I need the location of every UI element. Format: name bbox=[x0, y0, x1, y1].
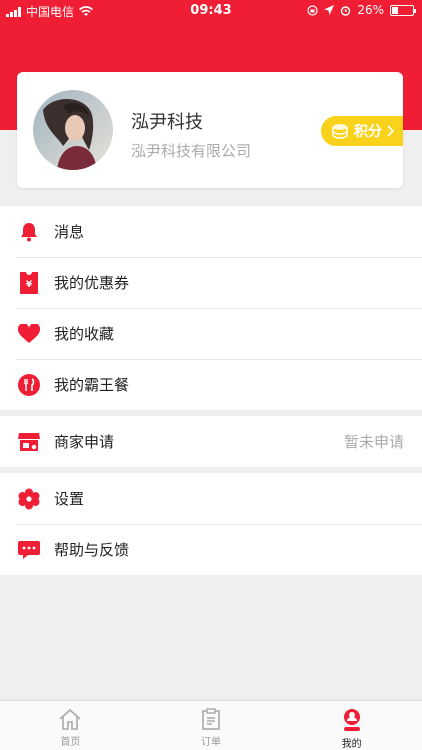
menu-item-settings[interactable]: 设置 bbox=[0, 473, 422, 524]
menu-item-free-meals[interactable]: 我的霸王餐 bbox=[0, 359, 422, 410]
menu-label: 商家申请 bbox=[54, 433, 115, 451]
menu-group-settings: 设置 帮助与反馈 bbox=[0, 473, 422, 575]
menu-label: 消息 bbox=[54, 223, 85, 241]
battery-icon bbox=[390, 4, 416, 16]
tab-orders[interactable]: 订单 bbox=[141, 701, 282, 750]
avatar[interactable] bbox=[33, 90, 113, 170]
menu-item-coupons[interactable]: ¥ 我的优惠券 bbox=[0, 257, 422, 308]
tab-bar: 首页 订单 我的 bbox=[0, 700, 422, 750]
menu-label: 我的霸王餐 bbox=[54, 376, 130, 394]
location-icon bbox=[324, 5, 335, 15]
tab-label: 我的 bbox=[341, 739, 362, 750]
battery-percent: 26% bbox=[357, 3, 384, 17]
profile-card[interactable]: 泓尹科技 泓尹科技有限公司 积分 bbox=[17, 72, 403, 188]
tab-home[interactable]: 首页 bbox=[0, 701, 141, 750]
menu-group-merchant: 商家申请 暂未申请 bbox=[0, 416, 422, 467]
gear-icon bbox=[18, 488, 40, 510]
points-label: 积分 bbox=[354, 124, 382, 140]
points-button[interactable]: 积分 bbox=[321, 116, 403, 146]
menu-label: 设置 bbox=[54, 490, 85, 508]
coupon-icon: ¥ bbox=[18, 271, 40, 294]
user-icon bbox=[343, 709, 360, 731]
menu-item-messages[interactable]: 消息 bbox=[0, 206, 422, 257]
menu-label: 帮助与反馈 bbox=[54, 541, 130, 559]
clipboard-icon bbox=[202, 708, 220, 730]
menu-item-favorites[interactable]: 我的收藏 bbox=[0, 308, 422, 359]
menu-item-help-feedback[interactable]: 帮助与反馈 bbox=[0, 524, 422, 575]
tab-label: 首页 bbox=[60, 737, 81, 748]
coins-icon bbox=[332, 124, 348, 139]
menu-item-merchant-apply[interactable]: 商家申请 暂未申请 bbox=[0, 416, 422, 467]
utensils-icon bbox=[18, 373, 40, 396]
store-icon bbox=[18, 431, 40, 453]
alarm-icon bbox=[341, 5, 351, 16]
bell-icon bbox=[18, 221, 40, 243]
menu-group-main: 消息 ¥ 我的优惠券 我的收藏 我的霸王餐 bbox=[0, 206, 422, 410]
menu-label: 我的优惠券 bbox=[54, 274, 130, 292]
lock-rotation-icon bbox=[307, 4, 318, 16]
heart-icon bbox=[18, 323, 40, 345]
tab-label: 订单 bbox=[201, 737, 221, 748]
home-icon bbox=[59, 708, 81, 730]
merchant-status: 暂未申请 bbox=[343, 433, 404, 451]
profile-name: 泓尹科技 bbox=[131, 112, 203, 133]
profile-company: 泓尹科技有限公司 bbox=[131, 142, 252, 160]
menu-label: 我的收藏 bbox=[54, 325, 115, 343]
tab-mine[interactable]: 我的 bbox=[281, 701, 422, 750]
svg-text:¥: ¥ bbox=[26, 280, 33, 290]
chevron-right-icon bbox=[387, 125, 395, 137]
status-bar: 中国电信 09:43 26% bbox=[0, 0, 422, 22]
chat-icon bbox=[18, 539, 40, 561]
